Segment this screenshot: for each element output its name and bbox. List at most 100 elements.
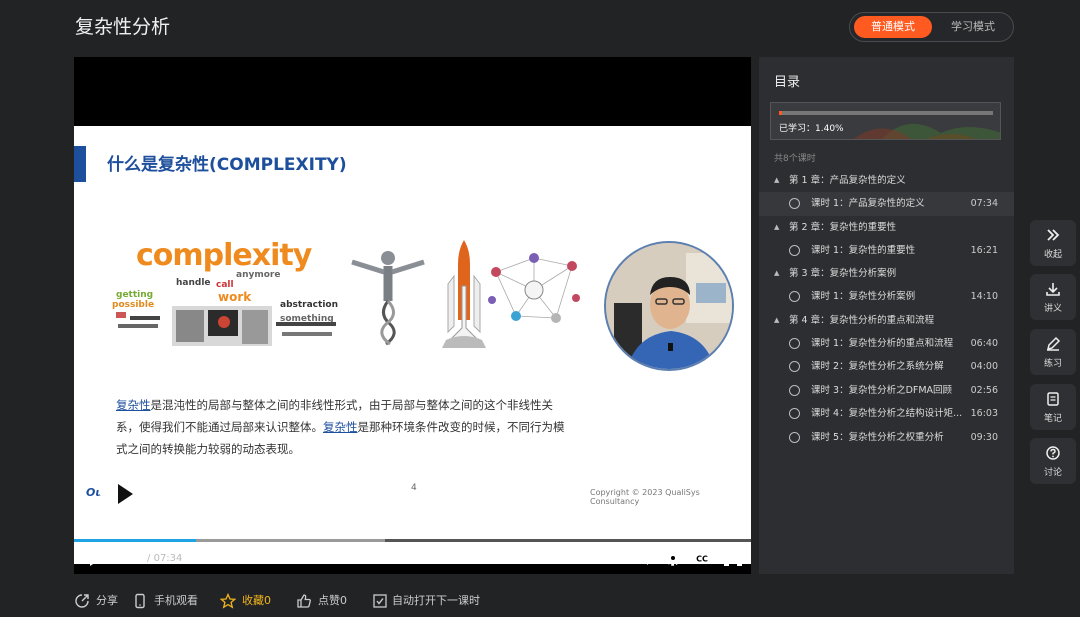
phone-icon [135,593,145,609]
autoplay-next-label: 自动打开下一课时 [392,594,480,607]
term-complexity: 复杂性 [116,398,151,412]
term-complexity: 复杂性 [323,420,358,434]
lesson-item[interactable]: 课时 1：复杂性的重要性 16:21 [759,239,1014,263]
collapse-button[interactable]: 收起 [1030,220,1076,266]
lesson-item[interactable]: 课时 5：复杂性分析之权重分析 09:30 [759,426,1014,450]
presenter-webcam-image [604,241,734,371]
pencil-icon [1046,336,1061,351]
circle-icon [789,291,800,302]
question-bubble-icon [1046,446,1060,460]
autoplay-next-toggle[interactable]: 自动打开下一课时 [372,590,482,612]
slide-frame: 什么是复杂性(COMPLEXITY) complexity handle any… [74,126,751,564]
chapter-3[interactable]: ▲ 第 3 章：复杂性分析案例 [759,262,1014,285]
notes-label: 笔记 [1043,414,1062,424]
chapter-title: 第 4 章：复杂性分析的重点和流程 [789,314,935,326]
circle-icon [789,244,800,256]
favorite-label: 收藏0 [242,594,271,607]
study-mode-button[interactable]: 学习模式 [936,16,1010,38]
download-icon [1046,283,1060,296]
lesson-item[interactable]: 课时 1：产品复杂性的定义 07:34 [759,192,1014,216]
notes-button[interactable]: 笔记 [1030,384,1076,430]
mode-switch: 普通模式 学习模式 [849,12,1014,42]
humanoid-dna-image [351,251,425,346]
course-player-page: 复杂性分析 普通模式 学习模式 什么是复杂性(COMPLEXITY) compl… [0,0,1080,617]
big-play-button[interactable] [99,464,147,512]
share-icon [75,594,89,608]
like-button[interactable]: 点赞0 [296,590,354,612]
lesson-name: 课时 1：复杂性分析的重点和流程 [811,337,954,349]
learning-progress-card: 已学习：1.40% [770,102,1001,140]
lesson-name: 课时 3：复杂性分析之DFMA回顾 [811,384,953,396]
discuss-button[interactable]: 讨论 [1030,438,1076,484]
fullscreen-icon[interactable] [723,549,743,567]
lesson-name: 课时 5：复杂性分析之权重分析 [811,431,944,443]
star-icon [220,593,236,609]
lesson-duration: 14:10 [970,291,998,302]
mobile-watch-button[interactable]: 手机观看 [132,590,204,612]
lesson-item[interactable]: 课时 1：复杂性分析案例 14:10 [759,285,1014,309]
slide-accent-bar [74,146,86,182]
chapter-title: 第 3 章：复杂性分析案例 [789,268,897,279]
normal-mode-button[interactable]: 普通模式 [854,16,932,38]
note-icon [1047,392,1059,406]
lesson-duration: 07:34 [970,198,998,209]
lesson-duration: 16:03 [970,408,998,419]
like-label: 点赞0 [318,594,347,607]
lesson-duration: 09:30 [970,431,998,443]
video-player[interactable]: 什么是复杂性(COMPLEXITY) complexity handle any… [74,57,751,574]
chapter-4[interactable]: ▲ 第 4 章：复杂性分析的重点和流程 [759,309,1014,332]
lesson-item[interactable]: 课时 1：复杂性分析的重点和流程 06:40 [759,332,1014,356]
lesson-count: 共8个课时 [774,154,816,164]
lesson-item[interactable]: 课时 4：复杂性分析之结构设计矩... 16:03 [759,402,1014,426]
discuss-label: 讨论 [1043,468,1062,478]
play-icon [118,484,133,504]
slide-paragraph: 复杂性是混沌性的局部与整体之间的非线性形式，由于局部与整体之间的这个非线性关系，… [116,394,566,460]
learning-progress-label: 已学习：1.40% [779,124,844,134]
space-shuttle-image [442,240,486,348]
circle-icon [789,431,800,443]
lesson-duration: 02:56 [970,384,998,396]
catalog-title: 目录 [774,75,801,90]
share-button[interactable]: 分享 [74,590,122,612]
checkbox-icon [373,594,387,608]
chapter-list: ▲ 第 1 章：产品复杂性的定义 课时 1：产品复杂性的定义 07:34 ▲ 第 2 … [759,169,1014,449]
current-time: 01:22 [112,553,144,564]
circle-icon [789,408,800,419]
slide-copyright: Copyright © 2023 QualiSys Consultancy [590,488,700,506]
lesson-name: 课时 2：复杂性分析之系统分解 [811,361,944,372]
circle-icon [789,361,800,372]
video-progress-bar[interactable] [74,539,751,542]
gear-icon[interactable] [663,549,683,567]
mobile-watch-label: 手机观看 [154,594,198,607]
lesson-duration: 16:21 [970,244,998,256]
time-separator: / [143,553,154,564]
handout-label: 讲义 [1043,304,1062,314]
handout-button[interactable]: 讲义 [1030,274,1076,320]
lesson-duration: 06:40 [970,337,998,349]
slide-title: 什么是复杂性(COMPLEXITY) [107,155,347,175]
total-time: 07:34 [153,553,183,564]
wordcloud-machines-graphic [116,306,336,346]
thumbs-up-icon [297,594,311,608]
svg-text:CC: CC [696,555,708,564]
lesson-name: 课时 4：复杂性分析之结构设计矩... [811,408,963,419]
lesson-item[interactable]: 课时 3：复杂性分析之DFMA回顾 02:56 [759,379,1014,403]
network-diagram-image [488,253,580,323]
circle-icon [789,337,800,349]
volume-icon[interactable] [637,549,657,567]
triangle-up-icon: ▲ [774,315,780,324]
favorite-button[interactable]: 收藏0 [220,590,278,612]
circle-icon [789,198,800,209]
lesson-duration: 04:00 [970,361,998,372]
practice-button[interactable]: 练习 [1030,329,1076,375]
lesson-item[interactable]: 课时 2：复杂性分析之系统分解 04:00 [759,355,1014,379]
chapter-2[interactable]: ▲ 第 2 章：复杂性的重要性 [759,216,1014,239]
triangle-up-icon: ▲ [774,176,780,184]
subtitles-icon[interactable]: CC [692,549,712,567]
triangle-up-icon: ▲ [774,269,780,277]
chapter-1[interactable]: ▲ 第 1 章：产品复杂性的定义 [759,169,1014,192]
learning-progress-fill [779,111,782,115]
play-icon[interactable] [90,552,101,566]
player-controls: 01:22 / 07:34 CC [74,544,751,574]
lesson-name: 课时 1：复杂性的重要性 [811,244,916,256]
